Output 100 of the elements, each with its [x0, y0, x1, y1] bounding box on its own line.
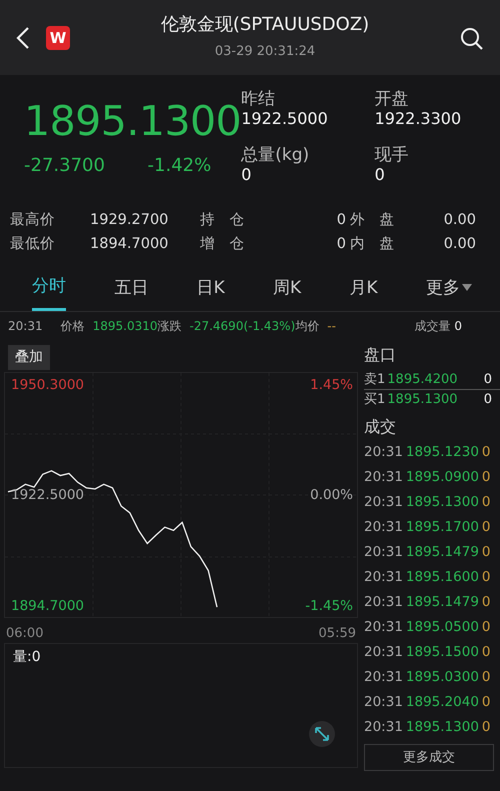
trade-time: 20:31: [364, 621, 403, 635]
order-volume: 0: [484, 392, 492, 406]
trade-volume: 0: [482, 571, 491, 585]
trade-time: 20:31: [364, 696, 403, 710]
order-side-label: 卖1: [364, 373, 386, 386]
field-label: 现手: [374, 144, 410, 165]
search-icon[interactable]: [460, 27, 484, 51]
trade-time: 20:31: [364, 721, 403, 735]
section-title: 盘口: [364, 346, 397, 362]
trade-price: 1895.0500: [406, 621, 479, 635]
info-label: 成交量: [414, 318, 450, 335]
trade-time: 20:31: [364, 446, 403, 460]
axis-percent: 1.45%: [310, 378, 353, 392]
field-value: 0: [374, 164, 386, 186]
trade-volume: 0: [482, 671, 491, 685]
chart-tab[interactable]: 分时: [32, 270, 66, 310]
trade-volume: 0: [482, 521, 491, 535]
axis-percent: 0.00%: [310, 489, 353, 503]
update-time: 03-29 20:31:24: [214, 43, 316, 61]
info-volume: 0: [454, 318, 462, 335]
trade-price: 1895.0900: [406, 471, 479, 485]
logo: W: [46, 26, 70, 50]
stat-value: 0.00: [444, 235, 476, 254]
trade-price: 1895.1300: [406, 721, 479, 735]
info-label: 价格: [60, 318, 85, 335]
trade-volume: 0: [482, 696, 491, 710]
chart-tab[interactable]: 更多: [426, 270, 472, 310]
overlay-button[interactable]: 叠加: [8, 344, 50, 370]
trade-price: 1895.1479: [406, 596, 479, 610]
trade-volume: 0: [482, 471, 491, 485]
last-price: 1895.1300: [24, 101, 242, 142]
order-volume: 0: [484, 373, 492, 386]
info-label: 均价: [295, 318, 320, 335]
trade-time: 20:31: [364, 471, 403, 485]
expand-button[interactable]: [309, 721, 335, 747]
trade-time: 20:31: [364, 521, 403, 535]
stat-value: 1894.7000: [90, 235, 168, 254]
stat-value: 1929.2700: [90, 211, 168, 230]
trade-price: 1895.0300: [406, 671, 479, 685]
info-label: 涨跌: [158, 318, 182, 335]
field-label: 昨结: [241, 89, 276, 110]
info-price: 1895.0310: [92, 318, 158, 335]
trade-time: 20:31: [364, 571, 403, 585]
time-label: 06:00: [6, 624, 44, 642]
trade-volume: 0: [482, 721, 491, 735]
field-label: 总量(kg): [241, 144, 310, 165]
chart-tab[interactable]: 日K: [196, 270, 225, 310]
order-price: 1895.4200: [387, 373, 458, 386]
trade-time: 20:31: [364, 596, 403, 610]
time-label: 05:59: [318, 624, 356, 642]
trade-time: 20:31: [364, 546, 403, 560]
stat-label: 增 仓: [200, 235, 245, 254]
trade-time: 20:31: [364, 496, 403, 510]
info-time: 20:31: [8, 318, 43, 335]
order-price: 1895.1300: [387, 392, 458, 406]
stat-label: 内 盘: [350, 235, 395, 254]
stat-value: 0.00: [444, 211, 476, 230]
trade-price: 1895.1700: [406, 521, 479, 535]
expand-icon: [315, 727, 329, 741]
axis-price: 1894.7000: [11, 600, 84, 614]
axis-price: 1950.3000: [11, 378, 84, 392]
volume-label: 量:0: [12, 648, 42, 667]
trade-volume: 0: [482, 496, 491, 510]
back-icon[interactable]: [16, 26, 30, 50]
trade-volume: 0: [482, 446, 491, 460]
stat-label: 最高价: [10, 210, 56, 230]
price-change: -27.3700: [24, 154, 105, 178]
stat-value: 0: [336, 235, 346, 254]
trade-price: 1895.1230: [406, 446, 479, 460]
field-value: 1922.5000: [241, 109, 329, 130]
trade-price: 1895.2040: [406, 696, 479, 710]
trade-volume: 0: [482, 646, 491, 660]
trade-time: 20:31: [364, 646, 403, 660]
section-title: 成交: [364, 418, 397, 434]
field-value: 0: [241, 164, 252, 186]
field-label: 开盘: [374, 89, 410, 110]
chart-tab[interactable]: 五日: [114, 270, 148, 310]
order-side-label: 买1: [364, 392, 386, 406]
trade-price: 1895.1500: [406, 646, 479, 660]
trade-price: 1895.1600: [406, 571, 479, 585]
stat-label: 最低价: [10, 235, 56, 254]
chart-tab[interactable]: 周K: [273, 270, 302, 310]
axis-price: 1922.5000: [11, 489, 84, 503]
info-average: --: [327, 318, 336, 335]
trade-volume: 0: [482, 596, 491, 610]
trade-volume: 0: [482, 546, 491, 560]
more-trades-button[interactable]: 更多成交: [364, 744, 494, 770]
stat-label: 持 仓: [200, 211, 245, 230]
axis-percent: -1.45%: [305, 600, 353, 614]
trade-price: 1895.1300: [406, 496, 479, 510]
info-change: -27.4690(-1.43%): [190, 318, 296, 335]
change-percent: -1.42%: [148, 154, 212, 178]
trade-volume: 0: [482, 621, 491, 635]
page-title: 伦敦金现(SPTAUUSDOZ): [160, 13, 370, 34]
trade-time: 20:31: [364, 671, 403, 685]
chart-tab[interactable]: 月K: [349, 270, 378, 310]
trade-price: 1895.1479: [406, 546, 479, 560]
stat-value: 0: [336, 211, 346, 230]
field-value: 1922.3300: [374, 109, 462, 130]
stat-label: 外 盘: [350, 211, 395, 230]
